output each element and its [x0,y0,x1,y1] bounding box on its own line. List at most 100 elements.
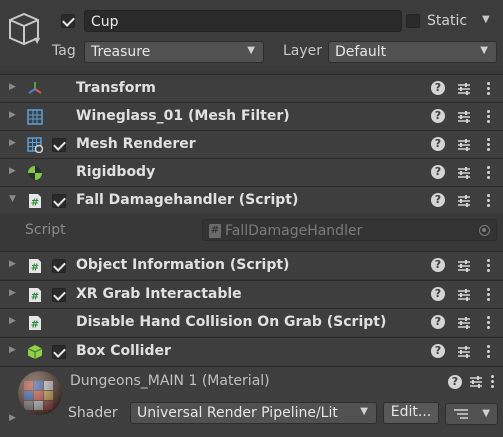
icon-dropdown-arrow-icon[interactable]: ▼ [34,36,40,45]
presets-icon[interactable] [456,344,472,360]
help-icon[interactable]: ? [431,109,445,123]
component-title: Object Information (Script) [76,257,290,273]
svg-text:#: # [31,263,39,274]
svg-text:#: # [31,320,39,331]
more-menu-icon[interactable] [485,81,491,97]
inspector-header: ▼ Cup Static ▼ Tag Treasure ▼ Layer Defa… [0,0,503,70]
more-menu-icon[interactable] [485,165,491,181]
object-name-field[interactable]: Cup [84,10,402,32]
component-mesh-renderer[interactable]: ▶ Mesh Renderer ? [0,130,503,158]
shader-options-dropdown[interactable]: ▼ [445,403,498,425]
component-enabled-checkbox[interactable] [52,259,66,273]
foldout-arrow-icon[interactable]: ▶ [9,413,16,423]
script-file-icon: # [209,224,221,238]
presets-icon[interactable] [456,258,472,274]
help-icon[interactable]: ? [431,193,445,207]
presets-icon[interactable] [456,165,472,181]
component-title: Transform [76,80,156,96]
component-fall-damagehandler[interactable]: ▼ # Fall Damagehandler (Script) ? [0,186,503,214]
svg-text:#: # [31,292,39,303]
script-property-row: Script # FallDamageHandler [0,216,503,246]
layer-value: Default [335,44,387,60]
chevron-down-icon: ▼ [482,408,490,419]
active-checkbox[interactable] [61,14,75,28]
component-title: Wineglass_01 (Mesh Filter) [76,108,290,124]
chevron-down-icon: ▼ [360,406,368,417]
presets-icon[interactable] [456,193,472,209]
mesh-filter-icon [27,109,43,125]
presets-icon[interactable] [456,109,472,125]
component-title: Disable Hand Collision On Grab (Script) [76,314,387,330]
component-box-collider[interactable]: ▶ Box Collider ? [0,337,503,365]
component-rigidbody[interactable]: ▶ Rigidbody ? [0,158,503,186]
foldout-arrow-icon[interactable]: ▶ [9,288,16,298]
material-preview-sphere[interactable] [18,371,62,415]
help-icon[interactable]: ? [431,137,445,151]
help-icon[interactable]: ? [431,287,445,301]
component-mesh-filter[interactable]: ▶ Wineglass_01 (Mesh Filter) ? [0,102,503,130]
component-title: XR Grab Interactable [76,286,242,302]
presets-icon[interactable] [456,315,472,331]
more-menu-icon[interactable] [485,193,491,209]
presets-icon[interactable] [468,374,484,390]
component-enabled-checkbox[interactable] [52,194,66,208]
presets-icon[interactable] [456,81,472,97]
tag-dropdown[interactable]: Treasure ▼ [84,41,264,63]
material-title: Dungeons_MAIN 1 (Material) [70,373,270,389]
component-transform[interactable]: ▶ Transform ? [0,74,503,102]
tag-value: Treasure [91,44,151,60]
foldout-arrow-icon[interactable]: ▶ [9,345,16,355]
component-object-information[interactable]: ▶ # Object Information (Script) ? [0,251,503,279]
help-icon[interactable]: ? [431,258,445,272]
presets-icon[interactable] [456,137,472,153]
layer-dropdown[interactable]: Default ▼ [328,41,497,63]
script-label: Script [25,222,66,238]
object-picker-icon[interactable] [479,225,490,236]
tag-label: Tag [52,43,76,59]
help-icon[interactable]: ? [431,165,445,179]
component-disable-hand-collision[interactable]: ▶ # Disable Hand Collision On Grab (Scri… [0,308,503,336]
help-icon[interactable]: ? [431,315,445,329]
script-field-value: FallDamageHandler [225,223,363,239]
list-icon [454,409,468,419]
static-dropdown-arrow-icon[interactable]: ▼ [482,14,490,25]
more-menu-icon[interactable] [485,258,491,274]
component-title: Box Collider [76,343,171,359]
more-menu-icon[interactable] [485,344,491,360]
help-icon[interactable]: ? [448,375,462,389]
foldout-arrow-expanded-icon[interactable]: ▼ [9,194,16,204]
component-enabled-checkbox[interactable] [52,138,66,152]
foldout-arrow-icon[interactable]: ▶ [9,110,16,120]
more-menu-icon[interactable] [485,109,491,125]
edit-shader-button[interactable]: Edit... [383,402,439,424]
more-menu-icon[interactable] [485,287,491,303]
box-collider-icon [27,345,43,359]
foldout-arrow-icon[interactable]: ▶ [9,82,16,92]
foldout-arrow-icon[interactable]: ▶ [9,138,16,148]
shader-dropdown[interactable]: Universal Render Pipeline/Lit ▼ [130,402,377,424]
component-title: Rigidbody [76,164,156,180]
static-checkbox[interactable] [406,14,420,28]
script-icon: # [29,259,41,274]
foldout-arrow-icon[interactable]: ▶ [9,316,16,326]
chevron-down-icon: ▼ [480,45,488,56]
component-enabled-checkbox[interactable] [52,288,66,302]
mesh-renderer-icon [27,137,43,153]
component-enabled-checkbox[interactable] [52,345,66,359]
foldout-arrow-icon[interactable]: ▶ [9,259,16,269]
transform-icon [28,82,42,94]
help-icon[interactable]: ? [431,344,445,358]
foldout-arrow-icon[interactable]: ▶ [9,166,16,176]
more-menu-icon[interactable] [485,137,491,153]
component-xr-grab-interactable[interactable]: ▶ # XR Grab Interactable ? [0,280,503,308]
help-icon[interactable]: ? [431,81,445,95]
more-menu-icon[interactable] [489,374,495,390]
script-icon: # [29,316,41,331]
layer-label: Layer [283,43,323,59]
more-menu-icon[interactable] [485,315,491,331]
script-icon: # [29,288,41,303]
svg-text:#: # [31,198,39,209]
static-label: Static [427,13,468,29]
script-object-field[interactable]: # FallDamageHandler [202,219,497,241]
presets-icon[interactable] [456,287,472,303]
